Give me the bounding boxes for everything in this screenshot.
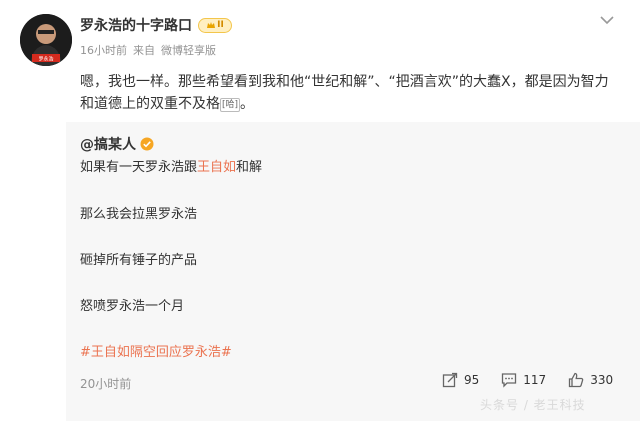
repost-line-1: 如果有一天罗永浩跟王自如和解 — [80, 159, 262, 177]
post-text-main: 嗯，我也一样。那些希望看到我和他“世纪和解”、“把酒言欢”的大蠢X，都是因为智力… — [80, 74, 609, 112]
original-author-name[interactable]: @搞某人 — [80, 134, 136, 154]
repost-line-3: 砸掉所有锤子的产品 — [80, 253, 198, 268]
like-button[interactable]: 330 — [568, 372, 613, 388]
comment-button[interactable]: 117 — [501, 372, 546, 388]
like-icon — [569, 372, 584, 388]
comment-icon — [502, 373, 517, 388]
more-options-button[interactable] — [597, 10, 617, 30]
comment-count: 117 — [523, 373, 547, 387]
post-time[interactable]: 16小时前 — [80, 42, 127, 58]
repost-actions: 95 117 330 — [442, 372, 613, 388]
post-text: 嗯，我也一样。那些希望看到我和他“世纪和解”、“把酒言欢”的大蠢X，都是因为智力… — [80, 71, 620, 115]
repost-icon — [442, 372, 458, 388]
repost-line-1-end: 和解 — [236, 160, 263, 175]
mention-link[interactable]: 王自如 — [197, 160, 236, 175]
repost-time[interactable]: 20小时前 — [80, 375, 131, 392]
watermark: 头条号 / 老王科技 — [480, 398, 586, 412]
reposted-content[interactable]: @搞某人 如果有一天罗永浩跟王自如和解 那么我会拉黑罗永浩 砸掉所有锤子的产品 … — [66, 122, 640, 421]
original-author: @搞某人 — [80, 134, 154, 154]
like-count: 330 — [590, 373, 614, 387]
avatar-caption: 罗永浩 — [38, 56, 53, 63]
avatar-image: 罗永浩 — [20, 14, 72, 66]
hashtag-link[interactable]: #王自如隔空回应罗永浩# — [80, 344, 232, 362]
repost-line-2: 那么我会拉黑罗永浩 — [80, 207, 198, 222]
author-row: 罗永浩的十字路口 II — [80, 14, 232, 36]
post-meta: 16小时前 来自 微博轻享版 — [80, 42, 216, 58]
author-name[interactable]: 罗永浩的十字路口 — [80, 15, 192, 35]
crown-icon — [207, 22, 216, 28]
repost-count: 95 — [464, 373, 480, 387]
repost-button[interactable]: 95 — [442, 372, 479, 388]
post-text-end: 。 — [240, 96, 255, 112]
vip-badge-icon[interactable]: II — [198, 17, 232, 33]
source-prefix: 来自 — [133, 44, 155, 57]
repost-line-4: 怒喷罗永浩一个月 — [80, 299, 185, 314]
emoji-icon: [哈] — [220, 98, 241, 112]
weibo-post: 罗永浩 罗永浩的十字路口 II 16小时前 来自 微博轻享版 嗯，我也一样。那些… — [0, 0, 640, 421]
author-avatar[interactable]: 罗永浩 — [20, 14, 72, 66]
chevron-down-icon — [600, 15, 614, 24]
repost-line-1-text: 如果有一天罗永浩跟 — [80, 160, 198, 175]
vip-level: II — [217, 19, 224, 30]
post-source[interactable]: 微博轻享版 — [161, 42, 216, 58]
verified-badge-icon — [140, 137, 154, 151]
